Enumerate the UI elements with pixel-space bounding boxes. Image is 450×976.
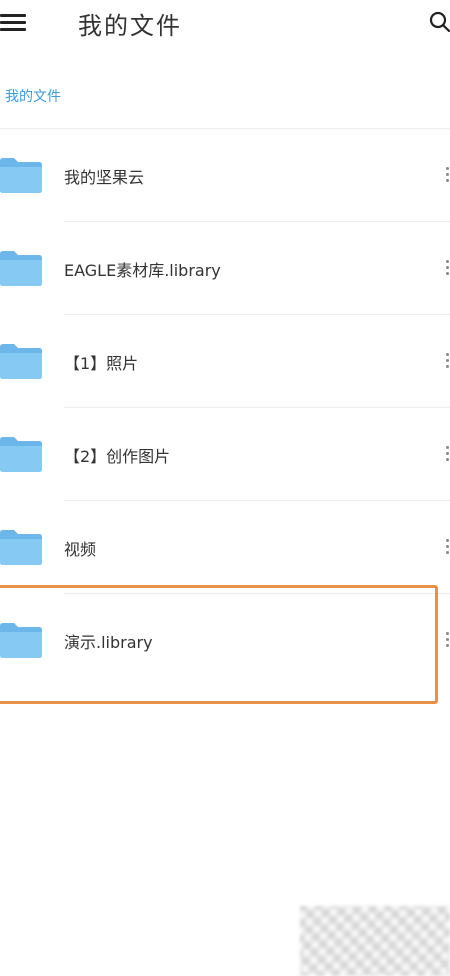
- file-name: 【1】照片: [64, 354, 139, 373]
- more-options-icon[interactable]: [444, 632, 450, 648]
- file-name: EAGLE素材库.library: [64, 261, 221, 280]
- list-item[interactable]: 我的坚果云: [0, 129, 450, 222]
- file-name: 我的坚果云: [64, 168, 145, 187]
- search-icon[interactable]: [428, 10, 450, 32]
- hamburger-menu-icon[interactable]: [0, 14, 26, 32]
- more-options-icon[interactable]: [444, 446, 450, 462]
- list-item[interactable]: 视频: [0, 501, 450, 594]
- page-title: 我的文件: [78, 12, 182, 40]
- more-options-icon[interactable]: [444, 260, 450, 276]
- top-app-bar: 我的文件: [0, 0, 450, 50]
- list-item[interactable]: EAGLE素材库.library: [0, 222, 450, 315]
- watermark: [300, 906, 450, 976]
- folder-icon: [0, 437, 42, 472]
- folder-icon: [0, 530, 42, 565]
- list-item[interactable]: 【2】创作图片: [0, 408, 450, 501]
- more-options-icon[interactable]: [444, 539, 450, 555]
- folder-icon: [0, 251, 42, 286]
- more-options-icon[interactable]: [444, 167, 450, 183]
- file-name: 视频: [64, 540, 97, 559]
- highlight-box: [0, 585, 438, 704]
- more-options-icon[interactable]: [444, 353, 450, 369]
- list-item[interactable]: 【1】照片: [0, 315, 450, 408]
- folder-icon: [0, 344, 42, 379]
- breadcrumb[interactable]: 我的文件: [5, 86, 61, 106]
- folder-icon: [0, 158, 42, 193]
- file-name: 【2】创作图片: [64, 447, 171, 466]
